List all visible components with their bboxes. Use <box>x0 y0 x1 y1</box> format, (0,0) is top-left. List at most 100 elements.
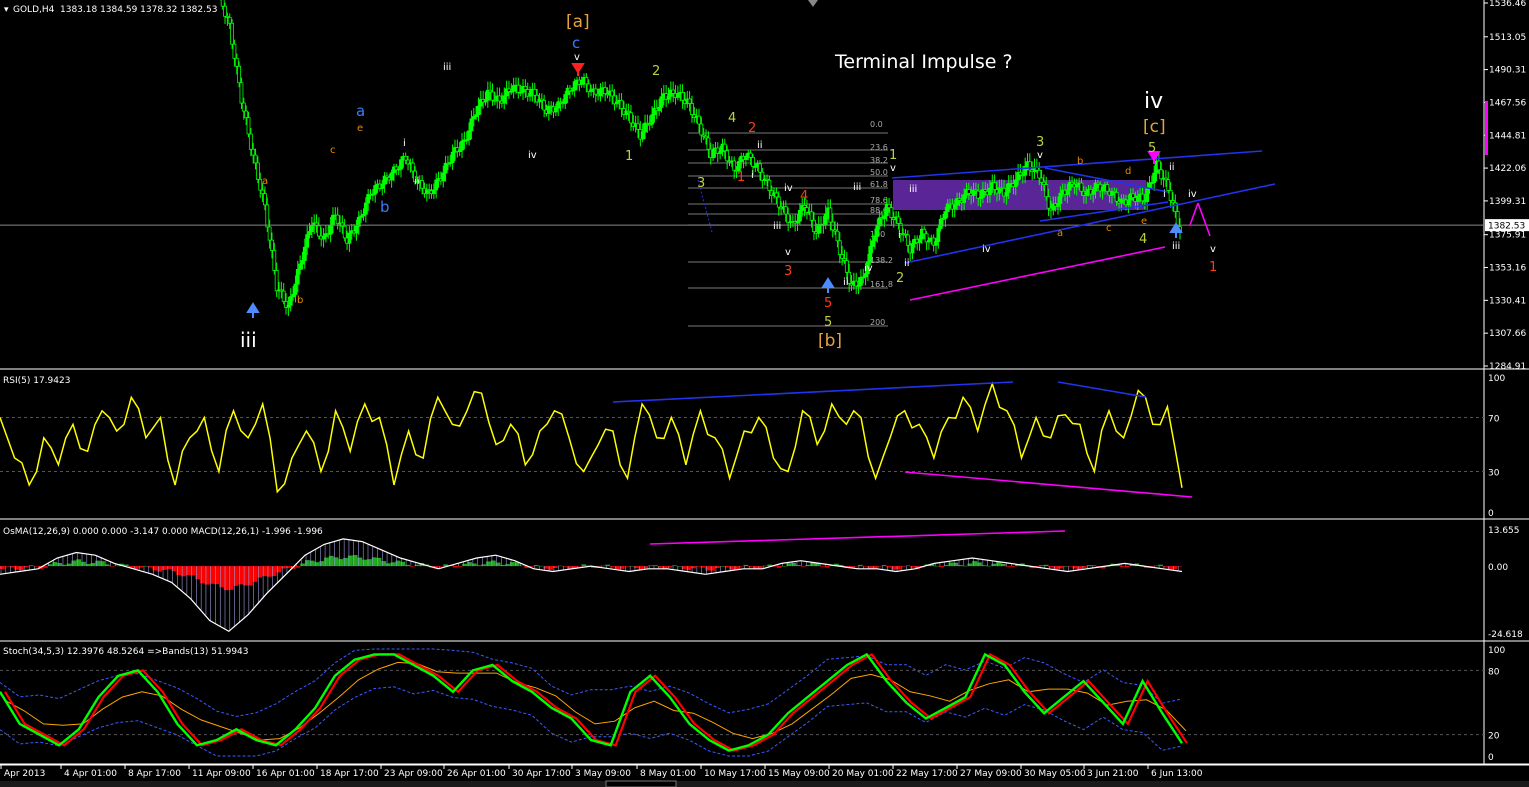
candle-body <box>699 123 704 136</box>
candle-body <box>227 16 232 24</box>
fib-label: 38.2 <box>870 156 888 165</box>
osma-bar <box>819 566 825 567</box>
candle-body <box>1140 193 1145 202</box>
candle-body <box>936 228 941 243</box>
osma-bar <box>1124 566 1130 568</box>
candle-body <box>657 106 662 111</box>
wave-label: iv <box>982 244 991 255</box>
wave-label: iv <box>1188 189 1197 200</box>
candle-body <box>666 95 671 100</box>
candle-body <box>873 235 877 242</box>
candle-body <box>992 182 997 190</box>
candle-body <box>300 260 305 265</box>
price-axis-label: 1353.16 <box>1489 264 1526 274</box>
osma-bar <box>1086 565 1092 567</box>
ohlc-readout: 1383.18 1384.59 1378.32 1382.53 <box>60 5 217 15</box>
candle-body <box>828 207 833 223</box>
candle-body <box>844 260 849 273</box>
time-axis-label: 10 May 17:00 <box>704 769 766 779</box>
candle-body <box>265 204 270 228</box>
candle-body <box>896 216 901 224</box>
osma-bar <box>648 565 653 567</box>
wave-label: ii <box>904 258 910 269</box>
trading-chart[interactable]: 0.023.638.250.061.878.688.6100138.2161.8… <box>0 0 1529 787</box>
wave-label: 4 <box>800 189 808 204</box>
macd-axis-label: 13.655 <box>1488 526 1520 536</box>
candle-body <box>579 79 584 85</box>
candle-body <box>706 137 711 150</box>
wave-label: 1 <box>889 148 897 163</box>
candle-body <box>420 180 425 189</box>
rsi-axis-label: 30 <box>1488 469 1500 479</box>
candle-body <box>687 98 692 104</box>
wave-label: i <box>403 138 406 149</box>
time-axis-label: 11 Apr 09:00 <box>192 769 251 779</box>
wave-label: a <box>356 102 365 120</box>
wave-label: [c] <box>1143 117 1166 137</box>
candle-body <box>399 159 403 170</box>
symbol-triangle-icon[interactable]: ▾ <box>4 5 9 15</box>
candle-body <box>748 152 753 158</box>
candle-body <box>870 240 875 247</box>
wave-label: iv <box>1144 89 1163 114</box>
candle-body <box>309 225 314 233</box>
wave-label: i <box>751 170 754 181</box>
candle-body <box>584 77 589 85</box>
wave-label: a <box>1057 228 1063 239</box>
osma-bar <box>743 564 749 567</box>
time-axis-label: 16 Apr 01:00 <box>256 769 315 779</box>
wave-label: 5 <box>1148 141 1156 156</box>
candle-body <box>347 232 352 244</box>
candle-body <box>1065 189 1070 195</box>
candle-body <box>244 110 249 119</box>
candle-body <box>434 179 439 191</box>
time-axis-label: 6 Jun 13:00 <box>1151 769 1203 779</box>
candle-body <box>887 203 891 209</box>
rsi-axis-label: 0 <box>1488 509 1494 519</box>
candle-body <box>650 114 654 125</box>
candle-body <box>293 283 298 295</box>
wave-label: c <box>330 145 336 156</box>
candle-body <box>863 273 868 278</box>
candle-body <box>943 211 948 219</box>
candle-body <box>1168 190 1173 201</box>
candle-body <box>938 218 943 229</box>
candle-body <box>1173 202 1178 212</box>
macd-axis-label: 0.00 <box>1488 563 1508 573</box>
wave-label: 3 <box>784 264 792 279</box>
wave-label: v <box>574 52 580 63</box>
candle-body <box>410 162 415 172</box>
chart-background <box>0 0 1529 787</box>
time-axis-label: 3 Jun 21:00 <box>1087 769 1139 779</box>
fib-label: 50.0 <box>870 168 888 177</box>
candle-body <box>523 86 528 91</box>
candle-body <box>593 88 598 95</box>
wave-label: iii <box>443 62 451 73</box>
wave-label: v <box>1037 150 1043 161</box>
time-axis-label: Apr 2013 <box>4 769 45 779</box>
candle-body <box>1079 182 1084 192</box>
candle-body <box>363 202 368 215</box>
wave-label: v <box>785 247 791 258</box>
osma-bar <box>1153 565 1159 567</box>
wave-label: iii <box>909 184 917 195</box>
candle-body <box>443 162 448 174</box>
time-axis-label: 27 May 09:00 <box>960 769 1022 779</box>
candle-body <box>316 225 321 237</box>
candle-body <box>255 162 260 180</box>
candle-body <box>1091 190 1096 195</box>
time-axis-label: 4 Apr 01:00 <box>64 769 117 779</box>
price-axis-label: 1330.41 <box>1489 296 1526 306</box>
osma-bar <box>1010 566 1016 567</box>
candle-body <box>1126 199 1131 206</box>
candle-body <box>553 107 558 113</box>
candle-body <box>952 204 957 210</box>
wave-label: ii <box>757 140 763 151</box>
candle-body <box>563 94 568 104</box>
candle-body <box>305 234 310 248</box>
candle-body <box>603 87 608 95</box>
wave-label: iii <box>773 221 781 232</box>
candle-body <box>619 99 624 109</box>
stoch-axis-label: 0 <box>1488 753 1494 763</box>
candle-body <box>725 150 730 162</box>
